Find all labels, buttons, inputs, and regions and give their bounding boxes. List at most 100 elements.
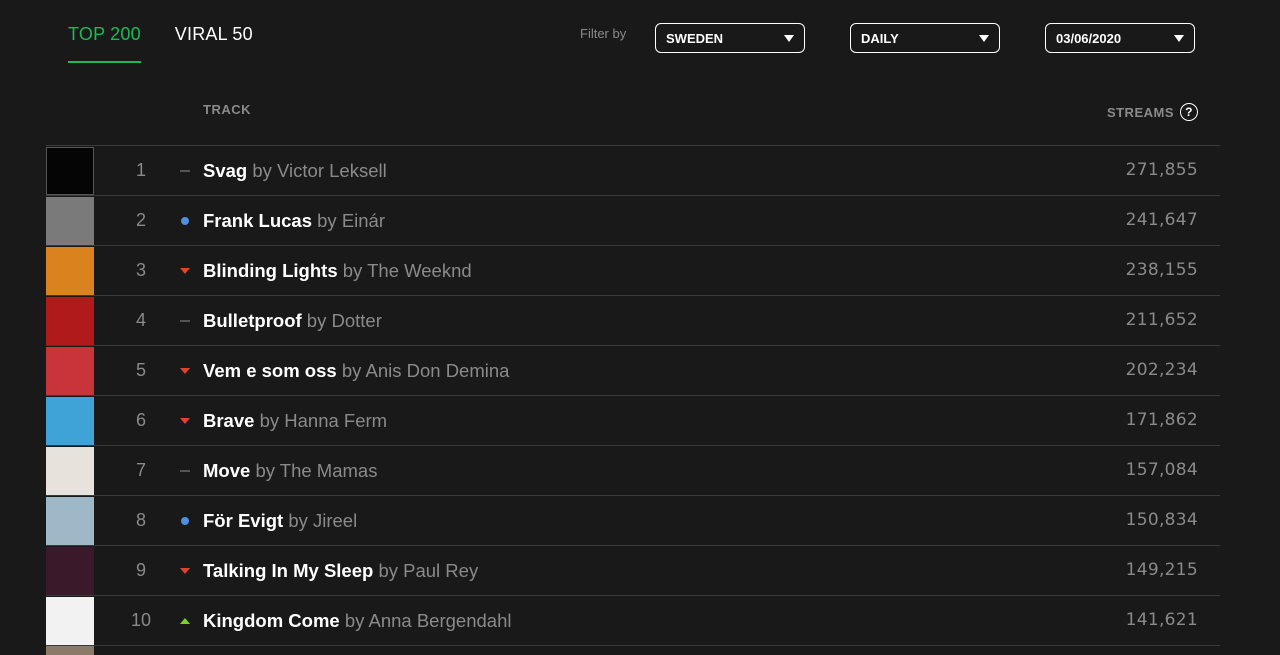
track-info: Kingdom Come by Anna Bergendahl — [203, 596, 511, 645]
rank-number: 3 — [135, 260, 146, 280]
streams-column-header: STREAMS ? — [1107, 103, 1198, 121]
track-column-header: TRACK — [203, 102, 251, 117]
track-title-link[interactable]: För Evigt — [203, 510, 283, 531]
track-title-link[interactable]: Frank Lucas — [203, 210, 312, 231]
trend-indicator — [176, 346, 194, 395]
track-info: För Evigt by Jireel — [203, 496, 357, 545]
arrow-down-icon — [180, 417, 190, 424]
track-title-link[interactable]: Move — [203, 460, 250, 481]
streams-header-label: STREAMS — [1106, 104, 1174, 120]
rank-number: 2 — [135, 210, 146, 230]
artist-link[interactable]: by Hanna Ferm — [260, 410, 388, 431]
artist-link[interactable]: by Anna Bergendahl — [345, 610, 512, 631]
album-art — [46, 497, 94, 545]
chart-table: 1 Svag by Victor Leksell 271,855 2 Frank Luc… — [46, 145, 1220, 646]
artist-link[interactable]: by The Mamas — [255, 460, 377, 481]
artist-link[interactable]: by Einár — [317, 210, 385, 231]
stream-count: 157,084 — [1125, 460, 1198, 480]
tab-viral-50[interactable]: VIRAL 50 — [175, 24, 253, 63]
date-select[interactable]: 03/06/2020 — [1045, 23, 1195, 53]
rank-number: 5 — [135, 360, 146, 380]
artist-link[interactable]: by Jireel — [288, 510, 357, 531]
arrow-down-icon — [180, 567, 190, 574]
track-title-link[interactable]: Vem e som oss — [203, 360, 337, 381]
artist-link[interactable]: by Dotter — [307, 310, 382, 331]
table-row[interactable]: 7 Move by The Mamas 157,084 — [46, 446, 1220, 496]
chevron-down-icon — [1174, 34, 1184, 42]
album-art — [46, 547, 94, 595]
artist-link[interactable]: by Victor Leksell — [252, 160, 386, 181]
table-row[interactable]: 5 Vem e som oss by Anis Don Demina 202,234 — [46, 346, 1220, 396]
arrow-down-icon — [180, 367, 190, 374]
stream-count: 238,155 — [1125, 260, 1198, 280]
trend-indicator — [176, 246, 194, 295]
trend-indicator — [176, 296, 194, 345]
track-title-link[interactable]: Brave — [203, 410, 254, 431]
album-art — [46, 147, 94, 195]
track-info: Brave by Hanna Ferm — [203, 396, 387, 445]
track-title-link[interactable]: Bulletproof — [203, 310, 302, 331]
rank-number: 7 — [135, 460, 146, 480]
country-select-value: SWEDEN — [666, 30, 724, 46]
track-info: Talking In My Sleep by Paul Rey — [203, 546, 478, 595]
track-title-link[interactable]: Svag — [203, 160, 247, 181]
trend-indicator — [176, 446, 194, 495]
artist-link[interactable]: by Anis Don Demina — [342, 360, 510, 381]
trend-indicator — [176, 196, 194, 245]
rank-number: 10 — [130, 610, 152, 630]
frequency-select[interactable]: DAILY — [850, 23, 1000, 53]
table-row[interactable]: 6 Brave by Hanna Ferm 171,862 — [46, 396, 1220, 446]
table-row[interactable]: 10 Kingdom Come by Anna Bergendahl 141,621 — [46, 596, 1220, 646]
table-row[interactable]: 4 Bulletproof by Dotter 211,652 — [46, 296, 1220, 346]
table-row[interactable]: 1 Svag by Victor Leksell 271,855 — [46, 146, 1220, 196]
album-art — [46, 447, 94, 495]
rank-number: 8 — [135, 510, 146, 530]
trend-indicator — [176, 396, 194, 445]
trend-indicator — [176, 146, 194, 195]
new-entry-dot-icon — [181, 516, 189, 525]
artist-link[interactable]: by The Weeknd — [343, 260, 472, 281]
rank-number: 4 — [135, 310, 146, 330]
artist-link[interactable]: by Paul Rey — [378, 560, 478, 581]
album-art — [46, 297, 94, 345]
chart-tabs: TOP 200 VIRAL 50 — [68, 24, 253, 63]
stream-count: 150,834 — [1125, 510, 1198, 530]
stream-count: 149,215 — [1125, 560, 1198, 580]
tab-top-200[interactable]: TOP 200 — [68, 24, 141, 63]
trend-indicator — [176, 496, 194, 545]
frequency-select-value: DAILY — [861, 30, 899, 46]
album-art — [46, 597, 94, 645]
help-icon[interactable]: ? — [1180, 103, 1198, 121]
chevron-down-icon — [979, 34, 989, 42]
stream-count: 141,621 — [1125, 610, 1198, 630]
track-info: Move by The Mamas — [203, 446, 377, 495]
track-info: Blinding Lights by The Weeknd — [203, 246, 472, 295]
trend-indicator — [176, 596, 194, 645]
table-row[interactable]: 9 Talking In My Sleep by Paul Rey 149,215 — [46, 546, 1220, 596]
track-title-link[interactable]: Blinding Lights — [203, 260, 338, 281]
arrow-up-icon — [180, 617, 190, 624]
track-info: Bulletproof by Dotter — [203, 296, 382, 345]
table-row[interactable]: 8 För Evigt by Jireel 150,834 — [46, 496, 1220, 546]
new-entry-dot-icon — [181, 216, 189, 225]
album-art — [46, 247, 94, 295]
trend-indicator — [176, 546, 194, 595]
track-title-link[interactable]: Kingdom Come — [203, 610, 340, 631]
country-select[interactable]: SWEDEN — [655, 23, 805, 53]
rank-number: 6 — [135, 410, 146, 430]
stream-count: 202,234 — [1125, 360, 1198, 380]
rank-number: 1 — [135, 160, 146, 180]
table-row[interactable]: 3 Blinding Lights by The Weeknd 238,155 — [46, 246, 1220, 296]
stream-count: 171,862 — [1125, 410, 1198, 430]
track-info: Vem e som oss by Anis Don Demina — [203, 346, 509, 395]
rank-number: 9 — [135, 560, 146, 580]
track-info: Svag by Victor Leksell — [203, 146, 387, 195]
table-row[interactable]: 2 Frank Lucas by Einár 241,647 — [46, 196, 1220, 246]
chevron-down-icon — [784, 34, 794, 42]
album-art-partial — [46, 646, 94, 655]
date-select-value: 03/06/2020 — [1056, 30, 1122, 46]
stream-count: 211,652 — [1125, 310, 1198, 330]
stream-count: 271,855 — [1125, 160, 1198, 180]
arrow-down-icon — [180, 267, 190, 274]
track-title-link[interactable]: Talking In My Sleep — [203, 560, 373, 581]
